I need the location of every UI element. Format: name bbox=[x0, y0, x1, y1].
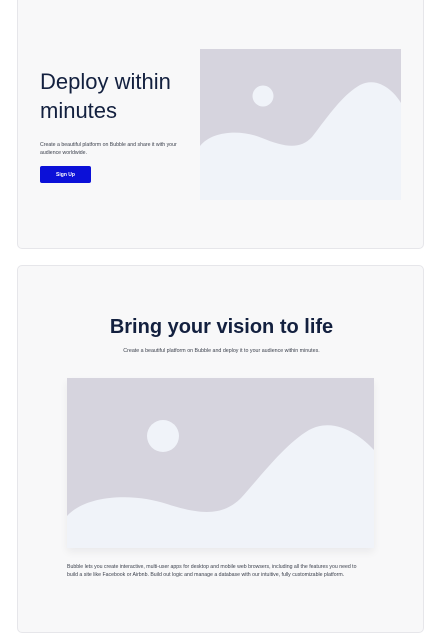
section-subtitle: Create a beautiful platform on Bubble an… bbox=[123, 348, 320, 354]
hero-description: Create a beautiful platform on Bubble an… bbox=[40, 142, 177, 156]
section-title: Bring your vision to life bbox=[109, 316, 334, 338]
feature-body-text: Bubble lets you create interactive, mult… bbox=[67, 564, 357, 578]
hero-title: Deploy within minutes bbox=[40, 69, 171, 123]
image-placeholder-icon bbox=[67, 378, 374, 548]
feature-image-placeholder bbox=[67, 378, 374, 548]
image-placeholder-icon bbox=[200, 49, 401, 200]
hero-image-placeholder bbox=[200, 49, 401, 200]
hero-card: Deploy within minutes Create a beautiful… bbox=[17, 0, 424, 249]
placeholder-sun bbox=[147, 420, 179, 452]
placeholder-sun bbox=[252, 85, 274, 107]
sign-up-button[interactable]: Sign Up bbox=[40, 166, 91, 183]
feature-card: Bring your vision to life Create a beaut… bbox=[17, 265, 424, 633]
